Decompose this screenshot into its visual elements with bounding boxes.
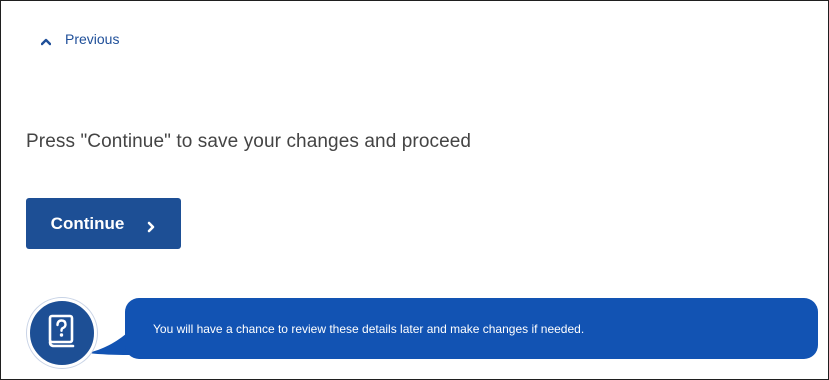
tooltip-text: You will have a chance to review these d… <box>153 321 585 336</box>
help-button[interactable] <box>27 298 97 368</box>
instruction-text: Press "Continue" to save your changes an… <box>26 131 472 152</box>
continue-label: Continue <box>50 213 125 233</box>
chevron-up-icon <box>40 34 52 46</box>
previous-link[interactable]: Previous <box>40 31 120 47</box>
page-frame: Previous Press "Continue" to save your c… <box>0 0 829 380</box>
previous-label: Previous <box>65 31 120 47</box>
chevron-right-icon <box>146 218 156 232</box>
continue-button[interactable]: Continue <box>26 198 181 249</box>
question-book-icon <box>47 314 77 353</box>
help-tooltip: You will have a chance to review these d… <box>125 298 818 359</box>
